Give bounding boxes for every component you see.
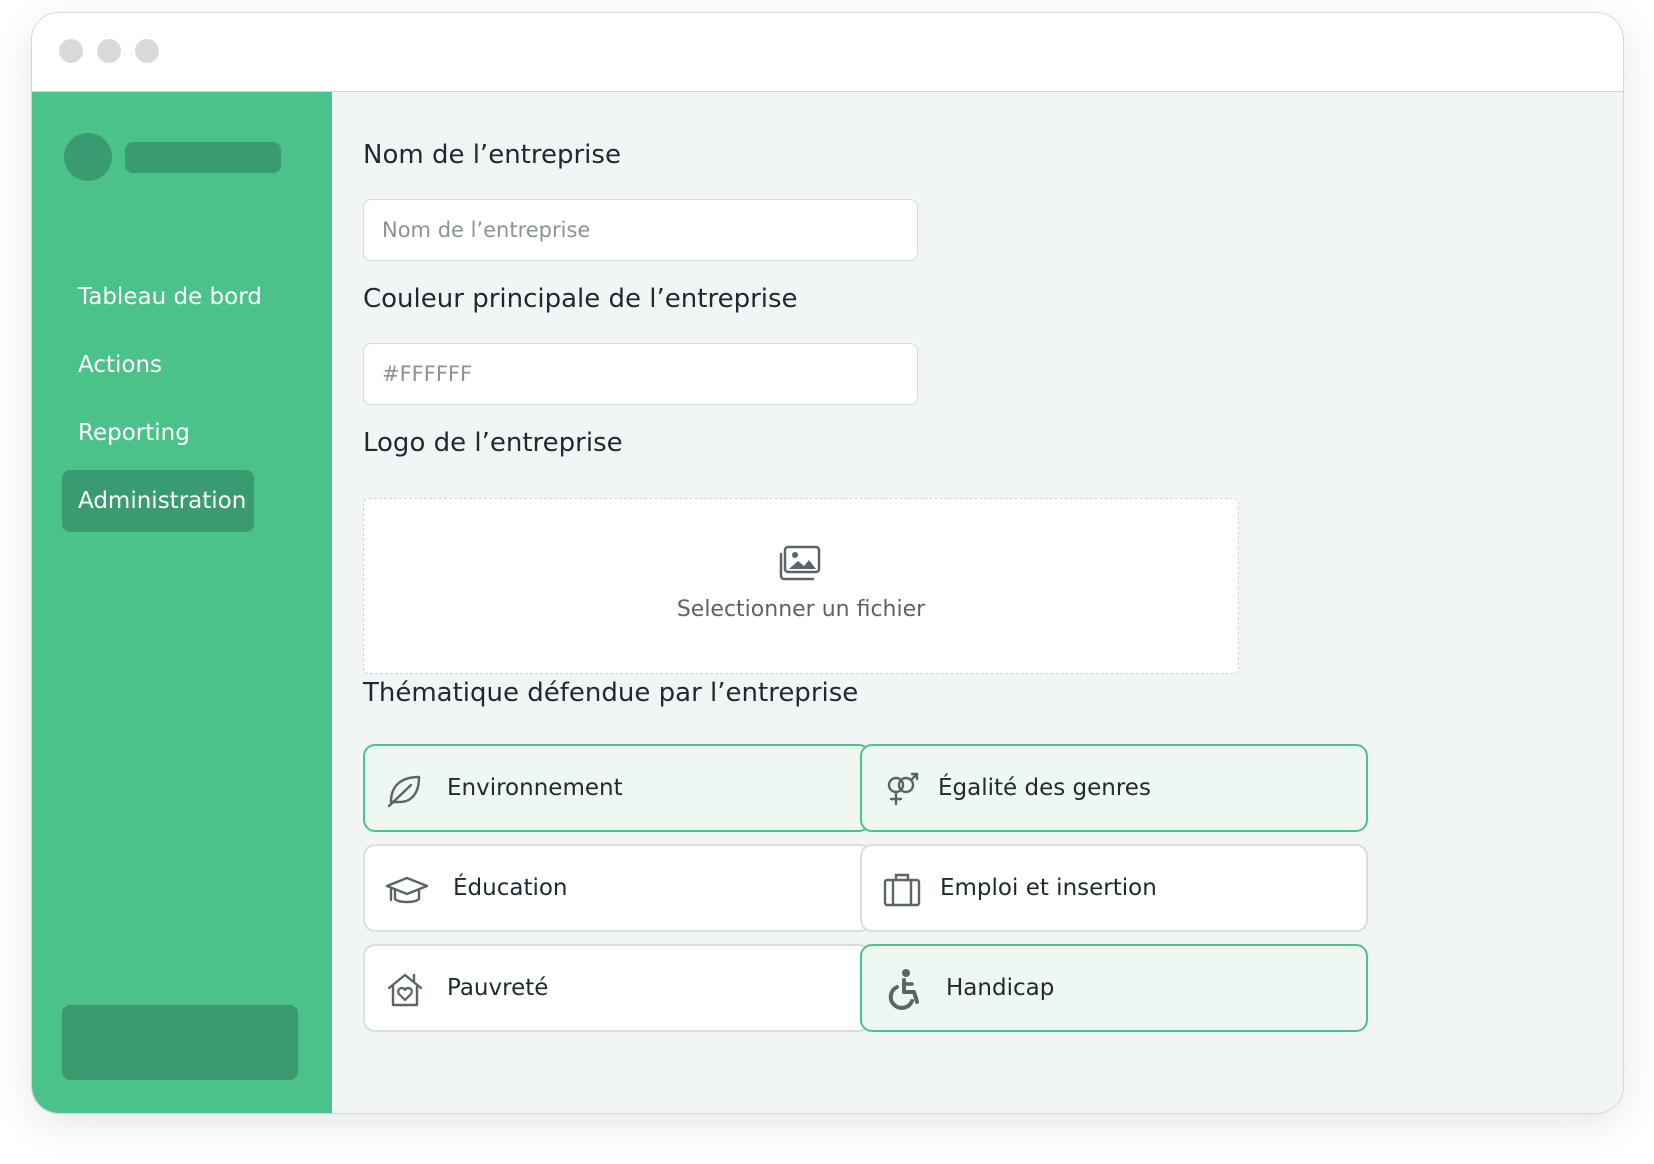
wheelchair-icon [886, 968, 926, 1010]
main-content: Nom de l’entreprise Couleur principale d… [332, 92, 1623, 1113]
themes-label: Thématique défendue par l’entreprise [363, 678, 859, 708]
company-name-input[interactable] [363, 199, 918, 261]
theme-card-environnement[interactable]: Environnement [363, 744, 871, 832]
sidebar-item-actions[interactable]: Actions [62, 334, 178, 396]
theme-label: Pauvreté [447, 975, 549, 1001]
leaf-icon [385, 770, 425, 810]
window-minimize-dot[interactable] [97, 39, 121, 63]
theme-card-education[interactable]: Éducation [363, 844, 871, 932]
theme-label: Environnement [447, 775, 623, 801]
graduation-cap-icon [385, 870, 429, 910]
sidebar-bottom-button[interactable] [62, 1005, 298, 1080]
briefcase-icon [882, 870, 922, 910]
upload-text: Selectionner un fichier [676, 597, 926, 622]
image-gallery-icon [778, 545, 822, 585]
window-close-dot[interactable] [59, 39, 83, 63]
theme-label: Égalité des genres [938, 775, 1151, 801]
logo-label: Logo de l’entreprise [363, 428, 623, 458]
sidebar-item-reporting[interactable]: Reporting [62, 402, 206, 464]
main-color-input[interactable] [363, 343, 918, 405]
browser-window: Tableau de bord Actions Reporting Admini… [31, 12, 1624, 1114]
logo-upload-dropzone[interactable]: Selectionner un fichier [363, 498, 1239, 674]
theme-label: Handicap [946, 975, 1055, 1001]
company-name-label: Nom de l’entreprise [363, 140, 621, 170]
theme-card-egalite-des-genres[interactable]: Égalité des genres [860, 744, 1368, 832]
house-heart-icon [385, 970, 425, 1010]
theme-label: Emploi et insertion [940, 875, 1157, 901]
window-maximize-dot[interactable] [135, 39, 159, 63]
sidebar-item-tableau-de-bord[interactable]: Tableau de bord [62, 266, 278, 328]
main-color-label: Couleur principale de l’entreprise [363, 284, 798, 314]
theme-card-pauvrete[interactable]: Pauvreté [363, 944, 871, 1032]
window-titlebar [32, 13, 1623, 92]
theme-label: Éducation [453, 875, 568, 901]
theme-card-emploi-et-insertion[interactable]: Emploi et insertion [860, 844, 1368, 932]
avatar[interactable] [64, 133, 112, 181]
sidebar-item-administration[interactable]: Administration [62, 470, 254, 532]
theme-card-handicap[interactable]: Handicap [860, 944, 1368, 1032]
gender-icon [882, 770, 922, 810]
sidebar: Tableau de bord Actions Reporting Admini… [32, 92, 332, 1113]
brand-placeholder [125, 142, 281, 173]
